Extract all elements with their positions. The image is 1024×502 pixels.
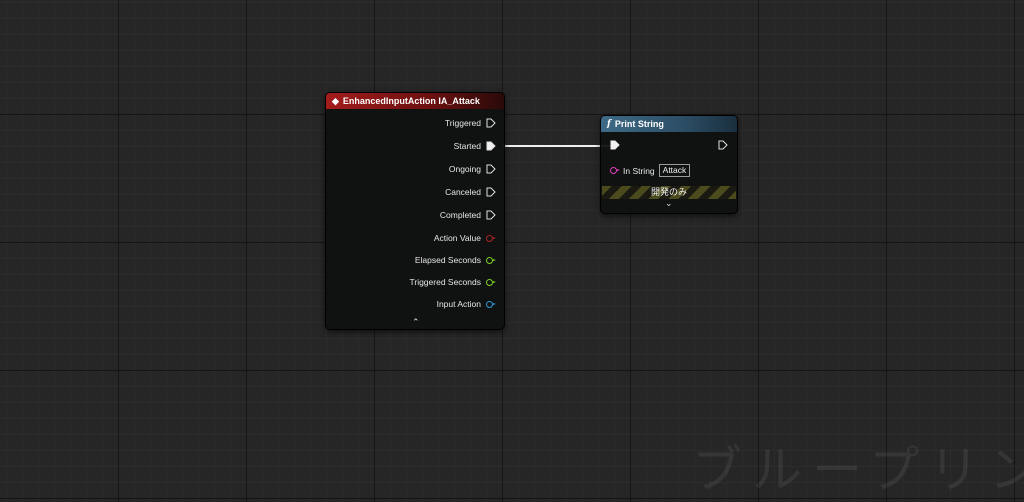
exec-pin-icon[interactable] [486,187,496,197]
event-diamond-icon: ◆ [332,95,339,106]
output-pin-action-value[interactable]: Action Value [434,233,496,243]
output-pin-ongoing[interactable]: Ongoing [449,164,496,174]
exec-in-pin-icon[interactable] [610,140,620,150]
pin-label: Triggered [444,118,481,128]
exec-out-pin-icon[interactable] [718,140,728,150]
exec-wire[interactable] [503,144,612,147]
collapse-chevron-icon[interactable]: ⌃ [412,317,420,328]
pin-label: Canceled [445,187,481,197]
expand-chevron-icon[interactable]: ⌄ [665,198,673,209]
output-pin-completed[interactable]: Completed [440,210,496,220]
pin-label: Input Action [436,299,481,309]
pin-label: Action Value [433,233,481,243]
in-string-pin-icon[interactable] [610,167,620,174]
data-pin-icon[interactable] [486,300,496,308]
pin-label: Completed [439,210,481,220]
print-string-node[interactable]: f Print String In String Attack 開発のみ ⌄ [600,115,738,214]
exec-pin-icon[interactable] [486,141,496,151]
print-node-title: Print String [614,119,664,129]
output-pin-canceled[interactable]: Canceled [445,187,496,197]
data-pin-icon[interactable] [486,234,496,242]
in-string-row: In String Attack [610,164,691,177]
pin-label: Started [453,141,481,151]
data-pin-icon[interactable] [486,256,496,264]
exec-pin-icon[interactable] [486,118,496,128]
output-pin-triggered[interactable]: Triggered [445,118,496,128]
pin-label: Ongoing [448,164,481,174]
in-string-field[interactable]: Attack [658,164,691,177]
exec-pin-icon[interactable] [486,210,496,220]
output-pin-triggered-seconds[interactable]: Triggered Seconds [409,277,496,287]
data-pin-icon[interactable] [486,278,496,286]
in-string-label: In String [623,165,655,176]
function-icon: f [607,119,611,129]
event-node-title: EnhancedInputAction IA_Attack [342,96,480,106]
event-node-header[interactable]: ◆ EnhancedInputAction IA_Attack [326,93,504,109]
pin-label: Elapsed Seconds [414,255,481,265]
print-node-header[interactable]: f Print String [601,116,737,132]
output-pin-started[interactable]: Started [454,141,496,151]
output-pin-elapsed-seconds[interactable]: Elapsed Seconds [415,255,496,265]
output-pin-input-action[interactable]: Input Action [437,299,496,309]
pin-label: Triggered Seconds [409,277,481,287]
blueprint-watermark: ブループリント [692,441,1024,499]
exec-pin-icon[interactable] [486,164,496,174]
enhanced-input-action-node[interactable]: ◆ EnhancedInputAction IA_Attack Triggere… [325,92,505,330]
